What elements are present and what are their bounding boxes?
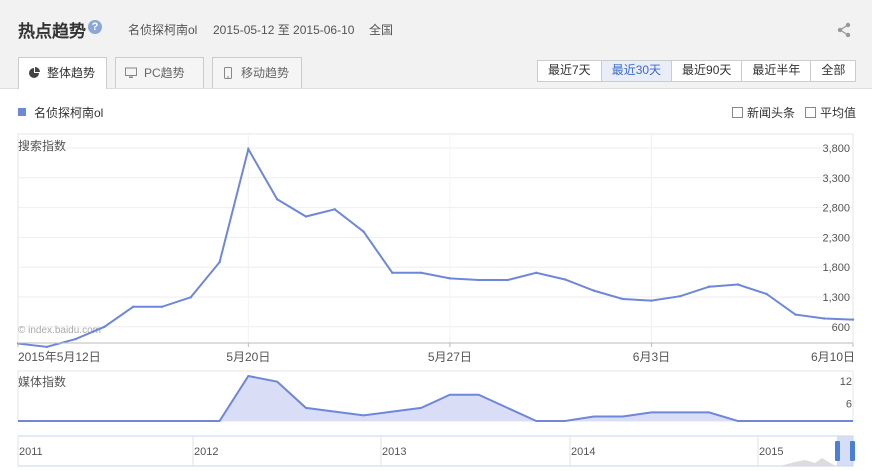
data-point [506,278,509,282]
y-tick-label: 600 [832,322,850,334]
data-point [304,215,308,218]
data-point [275,198,279,201]
y-tick-label: 3,300 [822,173,850,185]
media-index-chart: 媒体指数 12 6 [17,370,854,422]
data-point [419,271,423,274]
trend-charts: 3,8003,3002,8002,3001,8001,300600搜索指数© i… [16,133,855,467]
data-point [448,277,452,280]
x-tick-label: 2015年5月12日 [18,350,101,364]
x-tick-label: 6月3日 [633,350,670,364]
data-point [765,292,768,296]
navigator-year-label: 2015 [759,446,783,458]
data-point [391,271,394,274]
data-point [131,305,135,308]
data-point [851,318,855,321]
y-tick-label: 6 [846,399,852,411]
y-tick-label: 2,800 [822,203,850,215]
chart-title: 媒体指数 [18,374,66,389]
data-point [74,337,77,341]
navigator-year-label: 2012 [194,446,218,458]
data-point [535,271,538,274]
data-point [650,299,653,302]
data-point [362,230,365,233]
data-point [45,345,48,349]
data-point [592,289,596,292]
navigator-year-label: 2014 [571,446,595,458]
data-point [707,285,711,288]
y-tick-label: 3,800 [822,143,850,155]
data-point [621,297,624,301]
data-point [333,208,336,211]
navigator-handle-right [850,441,855,461]
navigator-year-label: 2013 [382,446,406,458]
data-point [103,325,106,329]
y-tick-label: 1,300 [822,292,850,304]
y-tick-label: 2,300 [822,232,850,244]
plot-frame [17,133,854,344]
data-point [160,305,164,308]
x-tick-label: 6月10日 [811,350,855,364]
data-point [189,296,192,299]
data-point [247,147,250,151]
y-tick-label: 12 [840,376,852,388]
data-point [679,295,682,298]
chart-title: 搜索指数 [18,138,66,153]
data-point [218,261,221,264]
navigator-handle-left [835,441,840,461]
x-tick-label: 5月20日 [226,350,270,364]
search-index-chart: 3,8003,3002,8002,3001,8001,300600搜索指数© i… [16,133,855,364]
y-tick-label: 1,800 [822,262,850,274]
data-point [736,283,740,286]
navigator-frame [17,435,854,467]
data-point [563,278,567,281]
data-point [794,313,797,316]
x-tick-label: 5月27日 [428,350,472,364]
data-point [823,317,826,320]
timeline-navigator[interactable]: 2011 2012 2013 2014 2015 [17,435,855,467]
navigator-year-label: 2011 [19,446,43,458]
data-point [477,278,480,282]
